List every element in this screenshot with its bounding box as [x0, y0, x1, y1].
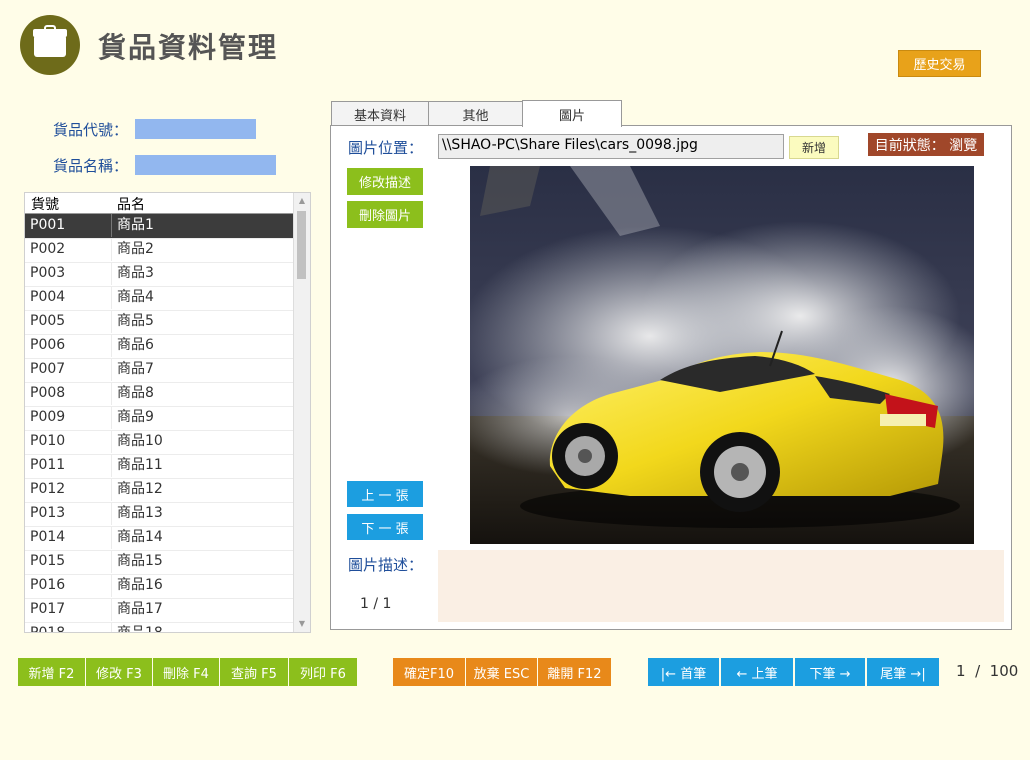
cell-product-id: P005: [25, 310, 112, 333]
product-code-label: 貨品代號：: [53, 121, 129, 139]
delete-button[interactable]: 刪除 F4: [153, 658, 219, 686]
edit-button[interactable]: 修改 F3: [86, 658, 152, 686]
picture-page-indicator: 1 / 1: [360, 596, 392, 612]
table-row[interactable]: P002 商品2: [25, 238, 295, 263]
table-row[interactable]: P014 商品14: [25, 526, 295, 551]
picture-description-label: 圖片描述：: [348, 556, 424, 574]
cell-product-name: 商品6: [117, 337, 154, 353]
history-button[interactable]: 歷史交易: [898, 50, 981, 77]
cell-product-id: P018: [25, 622, 112, 632]
cell-product-name: 商品17: [117, 601, 163, 617]
table-row[interactable]: P011 商品11: [25, 454, 295, 479]
column-header-name[interactable]: 品名: [117, 194, 145, 214]
table-row[interactable]: P010 商品10: [25, 430, 295, 455]
tab-other[interactable]: 其他: [428, 101, 523, 126]
table-row[interactable]: P006 商品6: [25, 334, 295, 359]
cell-product-id: P015: [25, 550, 112, 573]
delete-picture-button[interactable]: 刪除圖片: [347, 201, 423, 228]
cell-product-name: 商品11: [117, 457, 163, 473]
cell-product-id: P007: [25, 358, 112, 381]
tab-basic-info[interactable]: 基本資料: [331, 101, 429, 126]
add-button[interactable]: 新增 F2: [18, 658, 85, 686]
cell-product-name: 商品14: [117, 529, 163, 545]
cell-product-id: P008: [25, 382, 112, 405]
product-name-label: 貨品名稱：: [53, 157, 129, 175]
table-row[interactable]: P007 商品7: [25, 358, 295, 383]
cell-product-id: P012: [25, 478, 112, 501]
previous-picture-button[interactable]: 上 一 張: [347, 481, 423, 507]
cell-product-name: 商品9: [117, 409, 154, 425]
table-row[interactable]: P008 商品8: [25, 382, 295, 407]
product-photo: [470, 166, 974, 544]
grid-scrollbar[interactable]: ▲ ▼: [293, 193, 310, 632]
query-button[interactable]: 查詢 F5: [220, 658, 288, 686]
scroll-thumb[interactable]: [297, 211, 306, 279]
cell-product-name: 商品5: [117, 313, 154, 329]
cell-product-name: 商品16: [117, 577, 163, 593]
cell-product-name: 商品18: [117, 625, 163, 633]
grid-header: 貨號 品名: [25, 193, 295, 214]
cell-product-name: 商品10: [117, 433, 163, 449]
table-row[interactable]: P017 商品17: [25, 598, 295, 623]
table-row[interactable]: P004 商品4: [25, 286, 295, 311]
picture-description-field[interactable]: [438, 550, 1004, 622]
cell-product-id: P003: [25, 262, 112, 285]
table-row[interactable]: P003 商品3: [25, 262, 295, 287]
cell-product-name: 商品13: [117, 505, 163, 521]
cell-product-id: P002: [25, 238, 112, 261]
picture-path-field[interactable]: \\SHAO-PC\Share Files\cars_0098.jpg: [438, 134, 784, 159]
cell-product-id: P010: [25, 430, 112, 453]
table-row[interactable]: P013 商品13: [25, 502, 295, 527]
cell-product-name: 商品3: [117, 265, 154, 281]
cell-product-name: 商品8: [117, 385, 154, 401]
picture-location-label: 圖片位置：: [348, 139, 424, 157]
cell-product-name: 商品2: [117, 241, 154, 257]
exit-button[interactable]: 離開 F12: [538, 658, 611, 686]
cancel-button[interactable]: 放棄 ESC: [466, 658, 537, 686]
tab-picture[interactable]: 圖片: [522, 100, 622, 127]
cell-product-id: P017: [25, 598, 112, 621]
cell-product-id: P011: [25, 454, 112, 477]
print-button[interactable]: 列印 F6: [289, 658, 357, 686]
previous-record-button[interactable]: ← 上筆: [721, 658, 793, 686]
table-row[interactable]: P005 商品5: [25, 310, 295, 335]
table-row[interactable]: P016 商品16: [25, 574, 295, 599]
table-row[interactable]: P015 商品15: [25, 550, 295, 575]
cell-product-id: P013: [25, 502, 112, 525]
column-header-id[interactable]: 貨號: [31, 194, 59, 214]
table-row[interactable]: P018 商品18: [25, 622, 295, 633]
cell-product-name: 商品7: [117, 361, 154, 377]
edit-description-button[interactable]: 修改描述: [347, 168, 423, 195]
cell-product-id: P004: [25, 286, 112, 309]
last-record-button[interactable]: 尾筆 →|: [867, 658, 939, 686]
table-row[interactable]: P012 商品12: [25, 478, 295, 503]
new-picture-button[interactable]: 新增: [789, 136, 839, 159]
table-row[interactable]: P009 商品9: [25, 406, 295, 431]
table-row[interactable]: P001 商品1: [25, 214, 295, 239]
cell-product-id: P016: [25, 574, 112, 597]
package-icon: [20, 15, 80, 75]
product-grid[interactable]: 貨號 品名 P001 商品1 P002 商品2 P003 商品3 P004 商品4 P005 商品…: [24, 192, 311, 633]
status-badge: 目前狀態： 瀏覽: [868, 133, 984, 156]
next-record-button[interactable]: 下筆 →: [795, 658, 865, 686]
cell-product-name: 商品15: [117, 553, 163, 569]
cell-product-name: 商品12: [117, 481, 163, 497]
cell-product-id: P006: [25, 334, 112, 357]
next-picture-button[interactable]: 下 一 張: [347, 514, 423, 540]
cell-product-name: 商品4: [117, 289, 154, 305]
cell-product-id: P001: [25, 214, 112, 237]
confirm-button[interactable]: 確定F10: [393, 658, 465, 686]
page-title: 貨品資料管理: [98, 31, 279, 64]
cell-product-id: P014: [25, 526, 112, 549]
product-code-field[interactable]: [135, 119, 256, 139]
cell-product-id: P009: [25, 406, 112, 429]
record-indicator: 1 / 100: [956, 662, 1019, 680]
first-record-button[interactable]: |← 首筆: [648, 658, 719, 686]
cell-product-name: 商品1: [117, 217, 154, 233]
scroll-up-icon[interactable]: ▲: [294, 193, 310, 209]
product-name-field[interactable]: [135, 155, 276, 175]
scroll-down-icon[interactable]: ▼: [294, 616, 310, 632]
